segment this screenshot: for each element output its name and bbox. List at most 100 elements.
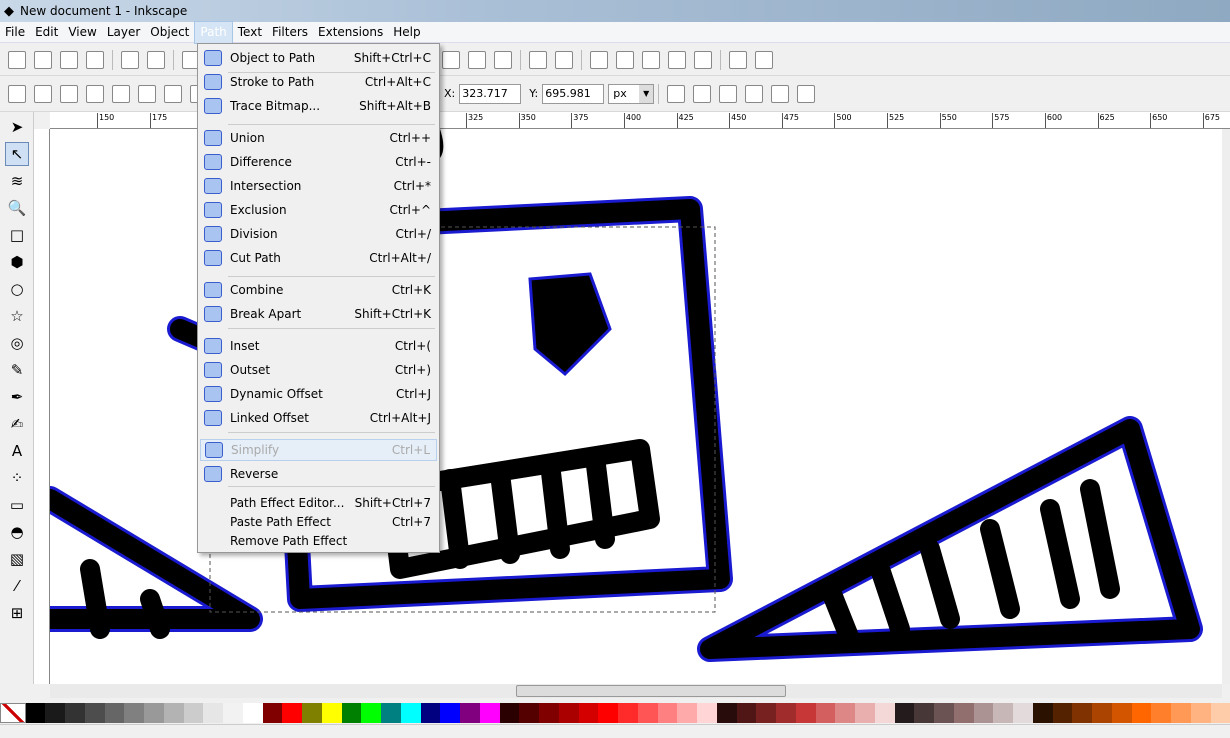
color-swatch[interactable] xyxy=(361,703,382,723)
break-path-icon[interactable] xyxy=(86,84,104,103)
menu-item-path-effect-editor[interactable]: Path Effect Editor... Shift+Ctrl+7 xyxy=(200,493,437,512)
select-in-layer-icon[interactable] xyxy=(529,50,547,69)
color-swatch[interactable] xyxy=(795,703,816,723)
menu-help[interactable]: Help xyxy=(388,22,425,43)
menu-item-stroke-to-path[interactable]: Stroke to Path Ctrl+Alt+C xyxy=(200,71,437,93)
color-swatch[interactable] xyxy=(1171,703,1191,723)
color-swatch[interactable] xyxy=(242,703,263,723)
calligraphy-tool-icon[interactable]: ✍ xyxy=(5,412,29,436)
tweak-tool-icon[interactable]: ≋ xyxy=(5,169,29,193)
menu-item-union[interactable]: Union Ctrl++ xyxy=(200,127,437,149)
menu-item-combine[interactable]: Combine Ctrl+K xyxy=(200,279,437,301)
next-path-effect-icon[interactable] xyxy=(667,84,686,103)
insert-node-icon[interactable] xyxy=(8,84,26,103)
color-swatch[interactable] xyxy=(341,703,362,723)
color-swatch[interactable] xyxy=(104,703,125,723)
color-swatch[interactable] xyxy=(677,703,698,723)
fill-stroke-icon[interactable] xyxy=(590,50,608,69)
delete-segment-icon[interactable] xyxy=(138,84,156,103)
color-swatch[interactable] xyxy=(1111,703,1132,723)
node-tool-icon[interactable]: ↖ xyxy=(5,142,29,166)
3d-box-tool-icon[interactable]: ⬢ xyxy=(5,250,29,274)
color-swatch[interactable] xyxy=(1013,703,1033,723)
save-icon[interactable] xyxy=(60,50,78,69)
color-swatch[interactable] xyxy=(282,703,303,723)
color-swatch[interactable] xyxy=(716,703,737,723)
text-tool-icon[interactable]: A xyxy=(5,439,29,463)
show-path-outline-icon[interactable] xyxy=(797,84,816,103)
gradient-tool-icon[interactable]: ▧ xyxy=(5,547,29,571)
color-swatch[interactable] xyxy=(934,703,954,723)
color-swatch[interactable] xyxy=(914,703,935,723)
color-swatch[interactable] xyxy=(1052,703,1073,723)
color-swatch[interactable] xyxy=(539,703,559,723)
color-swatch[interactable] xyxy=(381,703,401,723)
ellipse-tool-icon[interactable]: ○ xyxy=(5,277,29,301)
color-swatch[interactable] xyxy=(45,703,66,723)
layers-icon[interactable] xyxy=(642,50,660,69)
color-swatch[interactable] xyxy=(183,703,204,723)
align-icon[interactable] xyxy=(694,50,712,69)
show-handles-icon[interactable] xyxy=(771,84,790,103)
color-swatch[interactable] xyxy=(874,703,895,723)
color-swatch[interactable] xyxy=(855,703,875,723)
unlink-icon[interactable] xyxy=(442,50,460,69)
color-swatch[interactable] xyxy=(1131,703,1152,723)
color-swatch[interactable] xyxy=(618,703,638,723)
color-swatch[interactable] xyxy=(776,703,796,723)
color-swatch[interactable] xyxy=(144,703,164,723)
color-swatch[interactable] xyxy=(321,703,342,723)
menu-text[interactable]: Text xyxy=(233,22,267,43)
color-swatch[interactable] xyxy=(736,703,757,723)
unit-select[interactable]: px ▼ xyxy=(608,83,655,104)
menu-layer[interactable]: Layer xyxy=(102,22,145,43)
color-swatch[interactable] xyxy=(657,703,678,723)
color-swatch[interactable] xyxy=(302,703,322,723)
spiral-tool-icon[interactable]: ◎ xyxy=(5,331,29,355)
color-swatch[interactable] xyxy=(953,703,974,723)
menu-item-reverse[interactable]: Reverse xyxy=(200,463,437,485)
color-swatch[interactable] xyxy=(1032,703,1053,723)
color-swatch[interactable] xyxy=(756,703,777,723)
make-cusp-icon[interactable] xyxy=(164,84,182,103)
menu-view[interactable]: View xyxy=(63,22,101,43)
menu-item-trace-bitmap[interactable]: Trace Bitmap... Shift+Alt+B xyxy=(200,95,437,117)
menu-item-difference[interactable]: Difference Ctrl+- xyxy=(200,151,437,173)
paint-bucket-tool-icon[interactable]: ◓ xyxy=(5,520,29,544)
no-paint-swatch[interactable] xyxy=(0,703,26,723)
color-swatch[interactable] xyxy=(1092,703,1112,723)
color-swatch[interactable] xyxy=(203,703,224,723)
selector-tool-icon[interactable]: ➤ xyxy=(5,115,29,139)
color-swatch[interactable] xyxy=(815,703,836,723)
x-input[interactable] xyxy=(459,83,522,104)
show-transform-handles-icon[interactable] xyxy=(745,84,764,103)
menu-item-remove-path-effect[interactable]: Remove Path Effect xyxy=(200,531,437,550)
color-swatch[interactable] xyxy=(262,703,283,723)
horizontal-scrollbar[interactable] xyxy=(50,684,1222,698)
eraser-tool-icon[interactable]: ▭ xyxy=(5,493,29,517)
group-icon[interactable] xyxy=(468,50,486,69)
select-all-icon[interactable] xyxy=(555,50,573,69)
menu-item-cut-path[interactable]: Cut Path Ctrl+Alt+/ xyxy=(200,247,437,269)
color-swatch[interactable] xyxy=(400,703,421,723)
menu-item-outset[interactable]: Outset Ctrl+) xyxy=(200,359,437,381)
vertical-scrollbar[interactable] xyxy=(1222,129,1230,684)
menu-item-paste-path-effect[interactable]: Paste Path Effect Ctrl+7 xyxy=(200,512,437,531)
menu-item-dynamic-offset[interactable]: Dynamic Offset Ctrl+J xyxy=(200,383,437,405)
delete-node-icon[interactable] xyxy=(34,84,52,103)
color-swatch[interactable] xyxy=(420,703,441,723)
menu-item-simplify[interactable]: Simplify Ctrl+L xyxy=(200,439,437,461)
color-swatch[interactable] xyxy=(973,703,994,723)
xml-editor-icon[interactable] xyxy=(668,50,686,69)
color-swatch[interactable] xyxy=(479,703,500,723)
open-icon[interactable] xyxy=(34,50,52,69)
clip-path-icon[interactable] xyxy=(693,84,712,103)
rect-tool-icon[interactable]: □ xyxy=(5,223,29,247)
ungroup-icon[interactable] xyxy=(494,50,512,69)
menu-extensions[interactable]: Extensions xyxy=(313,22,388,43)
color-swatch[interactable] xyxy=(163,703,184,723)
menu-file[interactable]: File xyxy=(0,22,30,43)
menu-edit[interactable]: Edit xyxy=(30,22,63,43)
new-icon[interactable] xyxy=(8,50,26,69)
color-swatch[interactable] xyxy=(598,703,619,723)
